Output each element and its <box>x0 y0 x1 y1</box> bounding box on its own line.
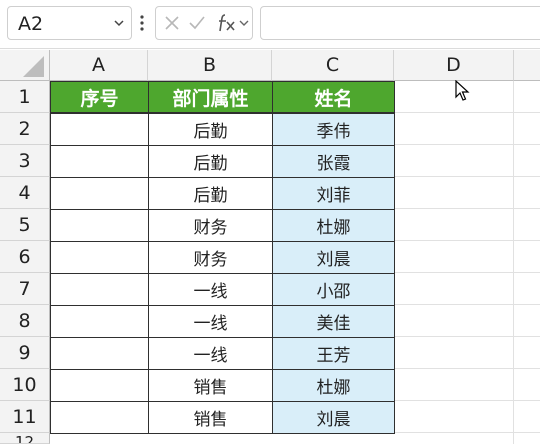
cell-c6[interactable]: 刘晨 <box>272 241 395 274</box>
cell-b9[interactable]: 一线 <box>148 337 273 370</box>
cancel-icon[interactable] <box>164 15 180 31</box>
row-header[interactable]: 10 <box>0 369 50 401</box>
cell-a1[interactable]: 序号 <box>50 81 149 113</box>
row-header[interactable]: 11 <box>0 401 50 433</box>
cell-a6[interactable] <box>50 241 149 274</box>
column-header-b[interactable]: B <box>148 50 272 81</box>
select-all-triangle-icon <box>23 56 44 77</box>
row-header[interactable]: 3 <box>0 145 50 177</box>
more-options-icon[interactable] <box>140 14 144 32</box>
grid-line <box>394 368 540 369</box>
cell-b7[interactable]: 一线 <box>148 273 273 306</box>
cell-c8[interactable]: 美佳 <box>272 305 395 338</box>
cell-a5[interactable] <box>50 209 149 242</box>
column-header-d[interactable]: D <box>394 50 514 81</box>
cell-a3[interactable] <box>50 145 149 178</box>
formula-input[interactable] <box>260 6 540 40</box>
grid-line <box>394 400 540 401</box>
select-all-corner[interactable] <box>0 50 50 81</box>
cell-c1[interactable]: 姓名 <box>272 81 395 113</box>
cell-a11[interactable] <box>50 401 149 434</box>
cell-b11[interactable]: 销售 <box>148 401 273 434</box>
grid-line <box>394 336 540 337</box>
cell-b1[interactable]: 部门属性 <box>148 81 273 113</box>
cell-c5[interactable]: 杜娜 <box>272 209 395 242</box>
grid-line <box>394 272 540 273</box>
row-header[interactable]: 8 <box>0 305 50 337</box>
grid-line <box>513 81 514 444</box>
cell-b10[interactable]: 销售 <box>148 369 273 402</box>
cell-c4[interactable]: 刘菲 <box>272 177 395 210</box>
chevron-down-icon[interactable] <box>239 18 249 28</box>
cell-a2[interactable] <box>50 113 149 146</box>
formula-toolbar: A2 <box>0 0 540 48</box>
enter-icon[interactable] <box>188 15 206 31</box>
cell-b2[interactable]: 后勤 <box>148 113 273 146</box>
toolbar-divider <box>0 48 540 49</box>
cell-a10[interactable] <box>50 369 149 402</box>
chevron-down-icon[interactable] <box>113 17 125 29</box>
column-header-a[interactable]: A <box>50 50 148 81</box>
cell-b5[interactable]: 财务 <box>148 209 273 242</box>
cell-b3[interactable]: 后勤 <box>148 145 273 178</box>
cell-c2[interactable]: 季伟 <box>272 113 395 146</box>
formula-actions <box>155 6 253 40</box>
cell-b6[interactable]: 财务 <box>148 241 273 274</box>
row-header[interactable]: 7 <box>0 273 50 305</box>
grid-line <box>394 208 540 209</box>
row-header[interactable]: 2 <box>0 113 50 145</box>
cell-c11[interactable]: 刘晨 <box>272 401 395 434</box>
grid-line <box>394 304 540 305</box>
grid-line <box>394 112 540 113</box>
cell-c7[interactable]: 小邵 <box>272 273 395 306</box>
cell-b4[interactable]: 后勤 <box>148 177 273 210</box>
grid-line <box>394 240 540 241</box>
name-box-value[interactable]: A2 <box>18 13 43 35</box>
row-header[interactable]: 6 <box>0 241 50 273</box>
cell-a8[interactable] <box>50 305 149 338</box>
fx-icon[interactable] <box>216 13 238 33</box>
cell-c10[interactable]: 杜娜 <box>272 369 395 402</box>
grid-line <box>394 144 540 145</box>
cell-c9[interactable]: 王芳 <box>272 337 395 370</box>
row-header[interactable]: 9 <box>0 337 50 369</box>
grid-line <box>394 176 540 177</box>
cell-b8[interactable]: 一线 <box>148 305 273 338</box>
column-header-e[interactable] <box>514 50 540 81</box>
cell-a7[interactable] <box>50 273 149 306</box>
cell-a4[interactable] <box>50 177 149 210</box>
row-header[interactable]: 1 <box>0 81 50 113</box>
cell-c3[interactable]: 张霞 <box>272 145 395 178</box>
name-box[interactable]: A2 <box>7 6 132 40</box>
row-header[interactable]: 12 <box>0 433 50 444</box>
row-header[interactable]: 4 <box>0 177 50 209</box>
cell-a9[interactable] <box>50 337 149 370</box>
row-header[interactable]: 5 <box>0 209 50 241</box>
column-header-c[interactable]: C <box>272 50 394 81</box>
cursor-icon <box>455 80 470 101</box>
